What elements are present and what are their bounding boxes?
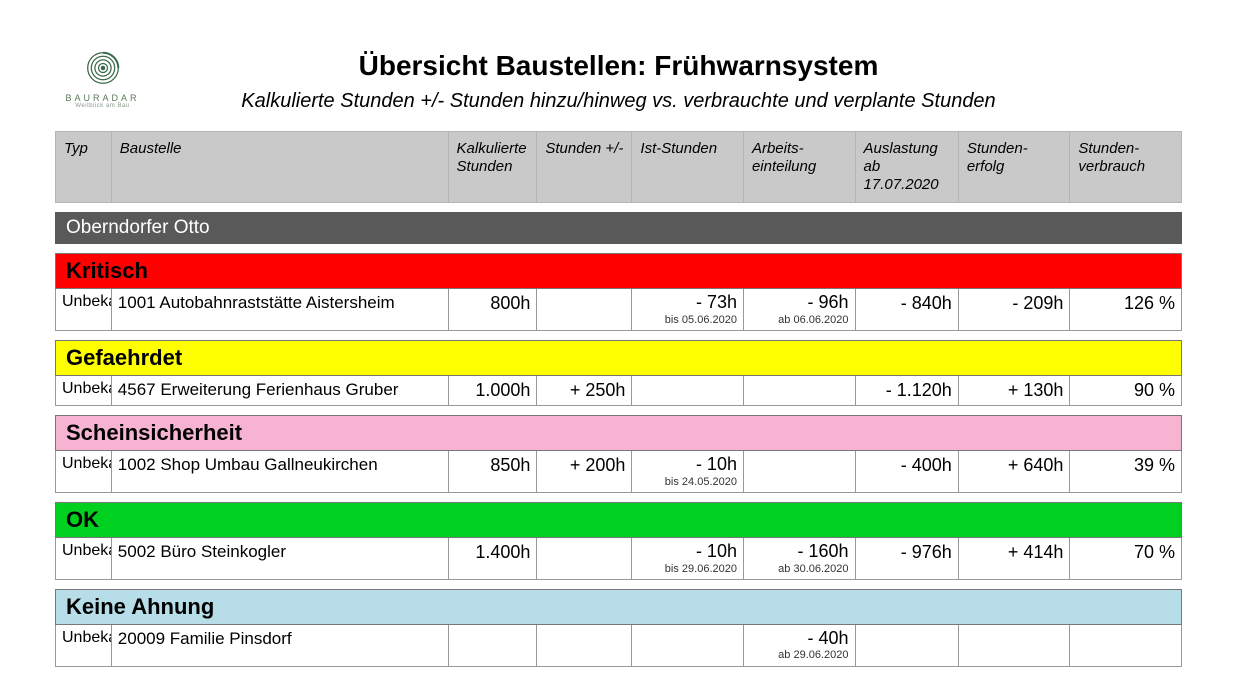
page-subtitle: Kalkulierte Stunden +/- Stunden hinzu/hi… bbox=[55, 90, 1182, 113]
group-header: Scheinsicherheit bbox=[56, 415, 1182, 450]
group-header: Gefaehrdet bbox=[56, 340, 1182, 375]
group-header: OK bbox=[56, 502, 1182, 537]
col-stunden-pm: Stunden +/- bbox=[537, 132, 632, 203]
col-arbeit: Arbeits-einteilung bbox=[743, 132, 855, 203]
owner-name: Oberndorfer Otto bbox=[56, 213, 1182, 244]
table-row: Unbekannt1001 Autobahnraststätte Aisters… bbox=[56, 289, 1182, 331]
report-header: BAURADAR Weitblick am Bau Übersicht Baus… bbox=[55, 50, 1182, 113]
group-label: Gefaehrdet bbox=[56, 340, 1182, 375]
table-row: Unbekannt4567 Erweiterung Ferienhaus Gru… bbox=[56, 375, 1182, 405]
group-header: Keine Ahnung bbox=[56, 589, 1182, 624]
col-auslastung: Auslastung ab 17.07.2020 bbox=[855, 132, 958, 203]
report-table: Typ Baustelle Kalkulierte Stunden Stunde… bbox=[55, 131, 1182, 667]
table-row: Unbekannt20009 Familie Pinsdorf- 40hab 2… bbox=[56, 624, 1182, 666]
group-label: OK bbox=[56, 502, 1182, 537]
brand-name: BAURADAR bbox=[55, 93, 150, 103]
spiral-icon bbox=[85, 50, 121, 86]
col-typ: Typ bbox=[56, 132, 112, 203]
col-kalkulierte: Kalkulierte Stunden bbox=[448, 132, 537, 203]
col-verbrauch: Stunden-verbrauch bbox=[1070, 132, 1182, 203]
group-label: Kritisch bbox=[56, 254, 1182, 289]
col-erfolg: Stunden-erfolg bbox=[958, 132, 1070, 203]
table-row: Unbekannt1002 Shop Umbau Gallneukirchen8… bbox=[56, 450, 1182, 492]
page-title: Übersicht Baustellen: Frühwarnsystem bbox=[55, 50, 1182, 82]
table-row: Unbekannt5002 Büro Steinkogler1.400h- 10… bbox=[56, 537, 1182, 579]
group-label: Keine Ahnung bbox=[56, 589, 1182, 624]
col-baustelle: Baustelle bbox=[111, 132, 448, 203]
group-header: Kritisch bbox=[56, 254, 1182, 289]
table-header: Typ Baustelle Kalkulierte Stunden Stunde… bbox=[56, 132, 1182, 203]
group-label: Scheinsicherheit bbox=[56, 415, 1182, 450]
col-ist: Ist-Stunden bbox=[632, 132, 744, 203]
brand-tagline: Weitblick am Bau bbox=[55, 103, 150, 109]
owner-row: Oberndorfer Otto bbox=[56, 213, 1182, 244]
brand-logo: BAURADAR Weitblick am Bau bbox=[55, 50, 150, 109]
